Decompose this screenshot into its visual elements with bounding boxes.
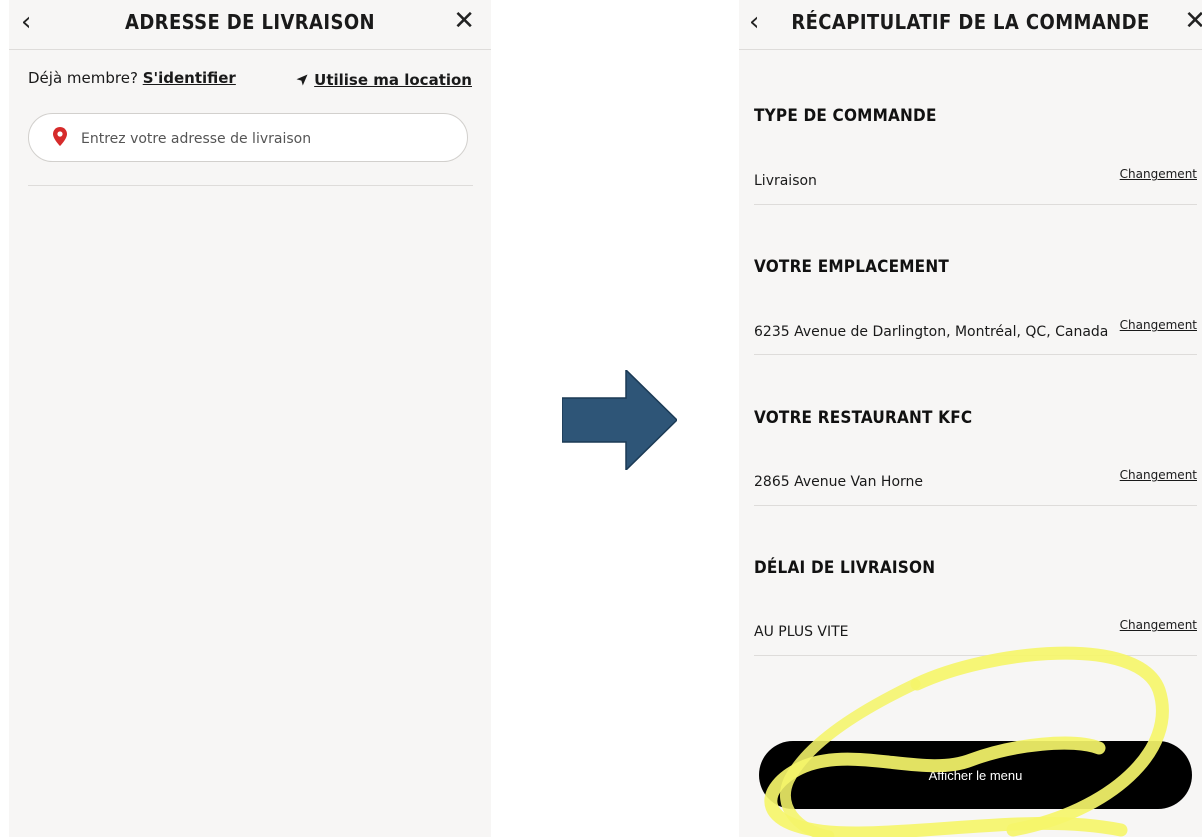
delivery-address-screen: ‹ ADRESSE DE LIVRAISON ✕ Déjà membre? S'… bbox=[9, 0, 491, 837]
use-location-link[interactable]: Utilise ma location bbox=[296, 71, 472, 89]
order-summary-screen: ‹ RÉCAPITULATIF DE LA COMMANDE ✕ TYPE DE… bbox=[739, 0, 1202, 837]
close-icon[interactable]: ✕ bbox=[1184, 8, 1202, 34]
restaurant-heading: VOTRE RESTAURANT KFC bbox=[754, 408, 973, 428]
divider bbox=[754, 505, 1197, 506]
order-type-heading: TYPE DE COMMANDE bbox=[754, 106, 937, 126]
delivery-time-value: AU PLUS VITE bbox=[754, 624, 849, 640]
header-bar: ‹ ADRESSE DE LIVRAISON ✕ bbox=[9, 0, 491, 50]
signin-link[interactable]: S'identifier bbox=[143, 69, 236, 87]
address-search-field[interactable] bbox=[28, 113, 468, 162]
member-prompt-row: Déjà membre? S'identifier bbox=[28, 69, 236, 87]
page-title: RÉCAPITULATIF DE LA COMMANDE bbox=[791, 10, 1150, 34]
divider bbox=[28, 185, 473, 186]
use-location-label: Utilise ma location bbox=[314, 71, 472, 89]
location-value: 6235 Avenue de Darlington, Montréal, QC,… bbox=[754, 324, 1109, 340]
change-order-type-link[interactable]: Changement bbox=[1120, 167, 1197, 181]
change-delivery-time-link[interactable]: Changement bbox=[1120, 618, 1197, 632]
navigation-arrow-icon bbox=[296, 74, 308, 86]
member-prompt-text: Déjà membre? bbox=[28, 69, 138, 87]
location-heading: VOTRE EMPLACEMENT bbox=[754, 257, 949, 277]
divider bbox=[754, 204, 1197, 205]
change-restaurant-link[interactable]: Changement bbox=[1120, 468, 1197, 482]
delivery-time-heading: DÉLAI DE LIVRAISON bbox=[754, 558, 936, 578]
close-icon[interactable]: ✕ bbox=[453, 8, 475, 34]
show-menu-label: Afficher le menu bbox=[928, 767, 1023, 783]
restaurant-value: 2865 Avenue Van Horne bbox=[754, 474, 924, 490]
address-input[interactable] bbox=[79, 126, 443, 152]
map-pin-icon bbox=[53, 127, 67, 146]
change-location-link[interactable]: Changement bbox=[1120, 318, 1197, 332]
divider bbox=[754, 354, 1197, 355]
order-type-value: Livraison bbox=[754, 173, 817, 189]
header-bar: ‹ RÉCAPITULATIF DE LA COMMANDE ✕ bbox=[739, 0, 1202, 50]
divider bbox=[754, 655, 1197, 656]
show-menu-button[interactable]: Afficher le menu bbox=[759, 741, 1192, 809]
right-arrow-icon bbox=[562, 370, 677, 470]
page-title: ADRESSE DE LIVRAISON bbox=[125, 10, 375, 34]
